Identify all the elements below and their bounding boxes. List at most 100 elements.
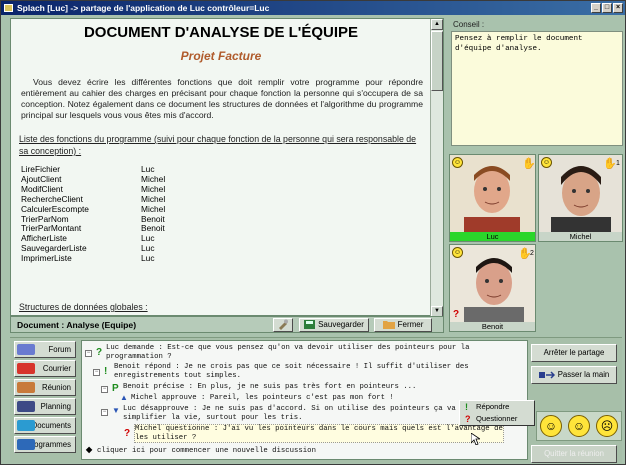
nav-forum[interactable]: Forum <box>14 341 76 358</box>
message-text: programmation ? <box>106 352 172 361</box>
exclamation-icon: ! <box>465 402 468 412</box>
sad-icon[interactable]: ☹ <box>596 415 618 437</box>
question-icon: ? <box>453 309 460 320</box>
collapse-icon[interactable]: − <box>85 350 92 357</box>
hand-number: 1 <box>616 160 620 167</box>
smiley-icon: ☺ <box>452 247 463 258</box>
participant-luc[interactable]: Luc ☺ ✋ <box>449 154 536 242</box>
message-text: cliquer ici pour commencer une nouvelle … <box>97 447 316 455</box>
tools-icon <box>279 319 288 330</box>
message-text: Michel approuve : Pareil, les pointeurs … <box>131 394 394 402</box>
function-row: SauvegarderListe Luc <box>19 243 423 254</box>
nav-documents[interactable]: Documents <box>14 417 76 434</box>
message-text: simplifier la vie, surtout pour les tris… <box>123 413 303 422</box>
forum-icon <box>17 344 35 355</box>
function-row: AjoutClient Michel <box>19 174 423 185</box>
exclamation-icon: ! <box>104 366 108 377</box>
nav-label: Documents <box>31 421 71 430</box>
document-content[interactable]: DOCUMENT D'ANALYSE DE L'ÉQUIPE Projet Fa… <box>11 19 431 317</box>
nav-label: Planning <box>40 402 71 411</box>
precision-icon: P <box>112 383 119 394</box>
smiley-icon: ☺ <box>541 157 552 168</box>
close-document-button[interactable]: Fermer <box>374 318 432 332</box>
nav-programmes[interactable]: Programmes <box>14 436 76 453</box>
function-row: LireFichier Luc <box>19 164 423 175</box>
pass-hand-button[interactable]: Passer la main <box>531 366 617 384</box>
emotion-bar: ☺ ☺ ☹ <box>536 411 622 441</box>
close-window-button[interactable]: × <box>613 3 623 13</box>
question-icon: ? <box>465 414 471 424</box>
menu-label: Questionner <box>476 414 518 423</box>
smiley-icon: ☺ <box>452 157 463 168</box>
window-title: Splach [Luc] -> partage de l'application… <box>17 3 270 13</box>
message-text: les utiliser ? <box>135 433 197 442</box>
message-5[interactable]: Luc désapprouve : Je ne suis pas d'accor… <box>123 405 456 422</box>
message-1[interactable]: Luc demande : Est-ce que vous pensez qu'… <box>106 344 469 361</box>
nav-reunion[interactable]: Réunion <box>14 379 76 396</box>
conseil-label: Conseil : <box>453 20 485 29</box>
collapse-icon[interactable]: − <box>101 409 108 416</box>
new-discussion-link[interactable]: cliquer ici pour commencer une nouvelle … <box>97 447 316 456</box>
message-text: Luc désapprouve : Je ne suis pas d'accor… <box>123 405 456 413</box>
message-4[interactable]: Michel approuve : Pareil, les pointeurs … <box>131 394 394 403</box>
pass-hand-label: Passer la main <box>557 370 610 379</box>
menu-item-repondre[interactable]: ! Répondre <box>460 401 534 413</box>
message-2[interactable]: Benoit répond : Je ne crois pas que ce s… <box>114 363 469 380</box>
nav-label: Courrier <box>42 364 71 373</box>
message-text: Michel questionne : J'ai vu les pointeur… <box>135 425 503 433</box>
meeting-icon <box>17 382 35 393</box>
message-text: enregistrements tout simples. <box>114 371 241 380</box>
question-icon: ? <box>96 347 103 358</box>
thumbs-down-icon: ▼ <box>112 406 120 415</box>
function-owner: Luc <box>141 253 155 264</box>
title-bar: Splach [Luc] -> partage de l'application… <box>1 1 625 15</box>
happy-icon[interactable]: ☺ <box>540 415 562 437</box>
message-text: Benoit répond : Je ne crois pas que ce s… <box>114 363 469 371</box>
message-text: Benoit précise : En plus, je ne suis pas… <box>123 383 417 391</box>
nav-courrier[interactable]: Courrier <box>14 360 76 377</box>
document-panel: DOCUMENT D'ANALYSE DE L'ÉQUIPE Projet Fa… <box>10 18 444 317</box>
message-text: Luc demande : Est-ce que vous pensez qu'… <box>106 344 470 352</box>
participant-name: Luc <box>450 232 535 241</box>
programs-icon <box>17 439 35 450</box>
app-icon <box>4 4 13 12</box>
menu-item-questionner[interactable]: ? Questionner <box>460 413 534 425</box>
collapse-icon[interactable]: − <box>93 369 100 376</box>
document-scrollbar[interactable]: ▲ ▼ <box>430 19 443 317</box>
minimize-button[interactable]: _ <box>591 3 601 13</box>
hand-icon: ✋ <box>603 158 617 170</box>
document-paragraph: Vous devez écrire les différentes foncti… <box>21 77 423 120</box>
edit-tool-button[interactable] <box>273 318 293 332</box>
hand-pass-icon <box>538 371 555 379</box>
structures-heading: Structures de données globales : <box>19 302 148 312</box>
document-title: DOCUMENT D'ANALYSE DE L'ÉQUIPE <box>83 24 359 41</box>
hand-number: 2 <box>530 250 534 257</box>
context-menu: ! Répondre ? Questionner <box>459 400 535 426</box>
participant-benoit[interactable]: Benoit ☺ ✋ 2 ? <box>449 244 536 332</box>
folder-icon <box>382 321 395 330</box>
function-row: TrierParMontant Benoit <box>19 224 423 234</box>
stop-share-button[interactable]: Arrêter le partage <box>531 344 617 362</box>
scroll-up-icon[interactable]: ▲ <box>431 19 443 30</box>
participant-name: Michel <box>539 232 622 241</box>
message-3[interactable]: Benoit précise : En plus, je ne suis pas… <box>123 383 416 392</box>
nav-label: Forum <box>48 345 71 354</box>
save-label: Sauvegarder <box>318 320 364 329</box>
conseil-box: Pensez à remplir le document d'équipe d'… <box>451 31 623 146</box>
quit-meeting-button[interactable]: Quitter la réunion <box>531 445 617 463</box>
question-icon: ? <box>124 428 131 439</box>
document-subtitle: Projet Facture <box>180 49 262 63</box>
document-label: Document : Analyse (Equipe) <box>17 320 137 330</box>
save-button[interactable]: Sauvegarder <box>299 318 369 332</box>
menu-label: Répondre <box>476 402 510 411</box>
scroll-thumb[interactable] <box>431 31 443 91</box>
nav-planning[interactable]: Planning <box>14 398 76 415</box>
documents-icon <box>17 420 35 431</box>
collapse-icon[interactable]: − <box>101 386 108 393</box>
participant-michel[interactable]: Michel ☺ ✋ 1 <box>538 154 623 242</box>
main-window: Splach [Luc] -> partage de l'application… <box>0 0 626 465</box>
message-6[interactable]: Michel questionne : J'ai vu les pointeur… <box>134 424 504 444</box>
maximize-button[interactable]: □ <box>602 3 612 13</box>
neutral-icon[interactable]: ☺ <box>568 415 590 437</box>
bullet-icon: ◆ <box>86 445 93 454</box>
